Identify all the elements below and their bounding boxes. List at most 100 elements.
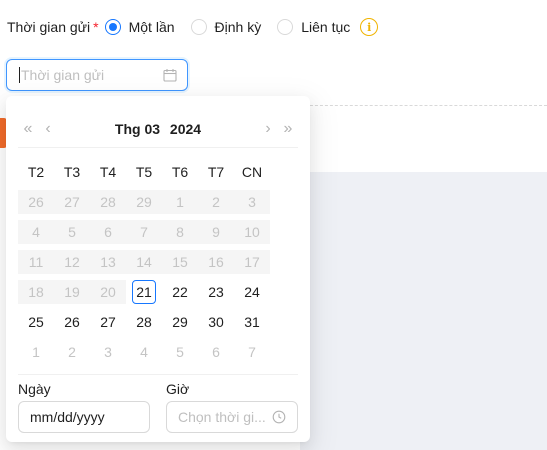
calendar-day-label: 29 (136, 194, 152, 210)
date-field-input[interactable]: mm/dd/yyyy (18, 401, 150, 433)
send-time-row: Thời gian gửi * Một lần Định kỳ Liên tục… (7, 16, 379, 38)
calendar-day[interactable]: 4 (126, 340, 162, 364)
calendar-day: 18 (18, 280, 54, 304)
radio-continuous[interactable]: Liên tục (277, 19, 350, 35)
radio-once[interactable]: Một lần (104, 19, 175, 35)
time-field-placeholder: Chọn thời gi... (178, 409, 266, 425)
calendar-day: 26 (18, 190, 54, 214)
weekday-header-row: T2 T3 T4 T5 T6 T7 CN (18, 157, 288, 187)
calendar-day-label: 4 (32, 224, 40, 240)
calendar-day-label: 16 (208, 254, 224, 270)
calendar-day[interactable]: 6 (198, 340, 234, 364)
calendar-day: 19 (54, 280, 90, 304)
time-field: Giờ Chọn thời gi... (166, 379, 298, 433)
next-year-button[interactable]: » (278, 120, 298, 137)
calendar-day-label: 6 (212, 344, 220, 360)
year-button[interactable]: 2024 (170, 121, 201, 137)
calendar-day-today[interactable]: 21 (126, 280, 162, 304)
calendar-day[interactable]: 30 (198, 310, 234, 334)
calendar-day: 16 (198, 250, 234, 274)
prev-year-button[interactable]: « (18, 120, 38, 137)
clock-icon (272, 410, 286, 424)
weekday-header: CN (241, 164, 263, 180)
calendar-day: 2 (198, 190, 234, 214)
calendar-day[interactable]: 27 (90, 310, 126, 334)
calendar-day-label: 3 (248, 194, 256, 210)
calendar-day: 1 (162, 190, 198, 214)
calendar-day-label: 9 (212, 224, 220, 240)
calendar-day[interactable]: 28 (126, 310, 162, 334)
calendar-day-label: 7 (248, 344, 256, 360)
calendar-day-label: 17 (244, 254, 260, 270)
date-picker-popup: « ‹ Thg 03 2024 › » T2 T3 T4 T5 T6 T7 CN 26 27 2… (6, 96, 310, 442)
calendar-day[interactable]: 23 (198, 280, 234, 304)
radio-periodic-label: Định kỳ (214, 19, 262, 35)
radio-once-circle[interactable] (104, 19, 121, 35)
calendar-day-label: 1 (176, 194, 184, 210)
calendar-day-label: 2 (212, 194, 220, 210)
calendar-day[interactable]: 26 (54, 310, 90, 334)
radio-periodic-circle[interactable] (190, 19, 207, 35)
weekday-header: T5 (135, 164, 153, 180)
calendar-day-label: 7 (140, 224, 148, 240)
month-button[interactable]: Thg 03 (115, 121, 160, 137)
prev-month-button[interactable]: ‹ (38, 120, 58, 137)
weekday-header: T4 (99, 164, 117, 180)
calendar-day-label: 28 (100, 194, 116, 210)
weekday-header: T6 (171, 164, 189, 180)
weekday-header: T3 (63, 164, 81, 180)
calendar-day[interactable]: 1 (18, 340, 54, 364)
radio-continuous-label: Liên tục (301, 19, 351, 35)
calendar-day-label: 3 (104, 344, 112, 360)
calendar-day: 20 (90, 280, 126, 304)
radio-periodic[interactable]: Định kỳ (190, 19, 262, 35)
calendar-day-label: 20 (100, 284, 116, 300)
calendar-day-label: 2 (68, 344, 76, 360)
calendar-day: 27 (54, 190, 90, 214)
calendar-day-label: 23 (208, 284, 224, 300)
calendar-day-label: 31 (244, 314, 260, 330)
calendar-week-row: 4 5 6 7 8 9 10 (18, 217, 288, 247)
calendar-day: 28 (90, 190, 126, 214)
calendar-day: 7 (126, 220, 162, 244)
calendar-day-label: 29 (172, 314, 188, 330)
calendar-day[interactable]: 29 (162, 310, 198, 334)
calendar-day-label: 14 (136, 254, 152, 270)
calendar-day[interactable]: 5 (162, 340, 198, 364)
calendar-day: 5 (54, 220, 90, 244)
calendar-day[interactable]: 25 (18, 310, 54, 334)
calendar-week-row: 1 2 3 4 5 6 7 (18, 337, 288, 367)
calendar-day-label: 22 (172, 284, 188, 300)
calendar-day-label: 8 (176, 224, 184, 240)
calendar-day[interactable]: 31 (234, 310, 270, 334)
calendar-day: 17 (234, 250, 270, 274)
next-month-button[interactable]: › (258, 120, 278, 137)
calendar-day[interactable]: 22 (162, 280, 198, 304)
calendar-day: 4 (18, 220, 54, 244)
date-field-label: Ngày (18, 381, 51, 397)
calendar-day[interactable]: 2 (54, 340, 90, 364)
info-icon[interactable]: i (360, 18, 379, 36)
calendar-day[interactable]: 7 (234, 340, 270, 364)
calendar-day-label: 5 (68, 224, 76, 240)
calendar-week-row: 18 19 20 21 22 23 24 (18, 277, 288, 307)
calendar-week-row: 26 27 28 29 1 2 3 (18, 187, 288, 217)
calendar-day: 8 (162, 220, 198, 244)
calendar-day-label: 13 (100, 254, 116, 270)
section-divider (300, 105, 547, 106)
calendar-day-label: 11 (28, 254, 44, 270)
calendar-day-label: 4 (140, 344, 148, 360)
calendar-day-label: 26 (64, 314, 80, 330)
calendar-day: 9 (198, 220, 234, 244)
content-background (300, 172, 547, 450)
calendar-day[interactable]: 3 (90, 340, 126, 364)
calendar-day[interactable]: 24 (234, 280, 270, 304)
radio-continuous-circle[interactable] (277, 19, 294, 35)
send-time-label: Thời gian gửi (7, 19, 91, 35)
required-mark: * (93, 19, 99, 35)
calendar-day-label: 27 (64, 194, 80, 210)
time-field-input[interactable]: Chọn thời gi... (166, 401, 298, 433)
send-time-placeholder: Thời gian gửi (21, 67, 105, 83)
send-time-input[interactable]: Thời gian gửi (6, 59, 188, 91)
calendar-icon[interactable] (163, 68, 177, 82)
